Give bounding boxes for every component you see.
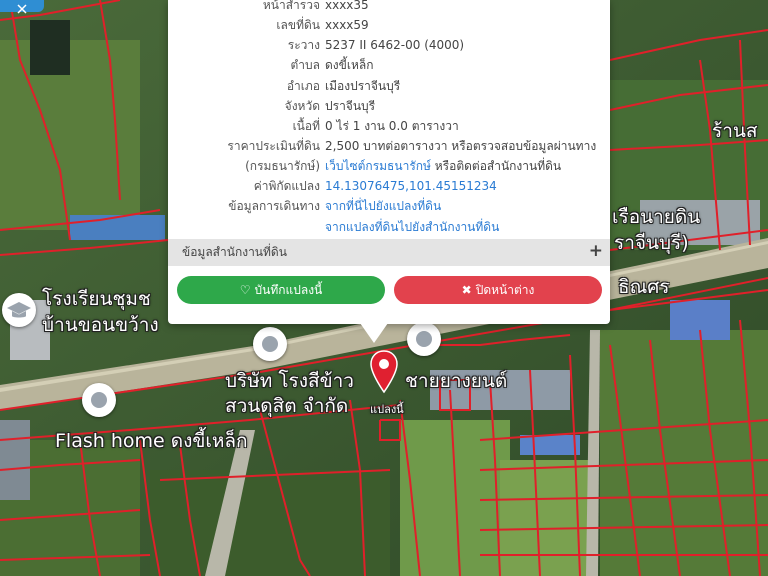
- info-value: xxxx59: [325, 18, 369, 32]
- place-poi-icon[interactable]: [407, 322, 441, 356]
- info-row-subdistrict: ตำบล ดงขี้เหล็ก: [168, 55, 610, 75]
- place-label-line2: ราจีนบุรี): [614, 232, 689, 254]
- treasury-note: หรือติดต่อสำนักงานที่ดิน: [430, 159, 562, 173]
- info-key: ตำบล: [290, 58, 320, 72]
- info-key: เนื้อที่: [292, 119, 320, 133]
- school-label-line1: โรงเรียนชุมช: [42, 288, 151, 310]
- place-poi-icon[interactable]: [253, 327, 287, 361]
- place-poi-icon[interactable]: [82, 383, 116, 417]
- school-poi-icon[interactable]: [2, 293, 36, 327]
- info-key: เลขที่ดิน: [276, 18, 320, 32]
- info-value: xxxx35: [325, 0, 369, 12]
- school-label-line2: บ้านขอนขว้าง: [42, 314, 159, 336]
- info-value: 0 ไร่ 1 งาน 0.0 ตารางวา: [325, 119, 459, 133]
- company-label-line2: สวนดุสิต จำกัด: [225, 395, 349, 417]
- flash-home-label: Flash home ดงขี้เหล็ก: [55, 430, 248, 452]
- info-key: หน้าสำรวจ: [262, 0, 320, 12]
- tool-icon: [17, 4, 27, 14]
- info-value: 5237 II 6462-00 (4000): [325, 38, 465, 52]
- info-key: ระวาง: [287, 38, 320, 52]
- directions-to-office-link[interactable]: จากแปลงที่ดินไปยังสำนักงานที่ดิน: [325, 217, 499, 237]
- info-value: ดงขี้เหล็ก: [325, 58, 374, 72]
- info-key: ราคาประเมินที่ดิน: [227, 139, 320, 153]
- coordinates-link[interactable]: 14.13076475,101.45151234: [325, 176, 497, 196]
- heart-icon: ♡: [239, 283, 251, 297]
- info-key: ค่าพิกัดแปลง: [253, 179, 320, 193]
- expand-plus-icon: +: [588, 241, 603, 261]
- info-row-province: จังหวัด ปราจีนบุรี: [168, 96, 610, 116]
- info-row-appraised-price: ราคาประเมินที่ดิน 2,500 บาทต่อตารางวา หร…: [168, 136, 610, 156]
- shop-label: ร้านส: [712, 120, 758, 142]
- marker-label: แปลงนี้: [370, 403, 404, 416]
- info-value: เว็บไซต์กรมธนารักษ์ หรือติดต่อสำนักงานที…: [325, 156, 561, 176]
- parcel-info-popup: หน้าสำรวจ xxxx35 เลขที่ดิน xxxx59 ระวาง …: [168, 0, 610, 324]
- close-icon: ✖: [461, 283, 472, 297]
- info-key: ข้อมูลการเดินทาง: [228, 199, 320, 213]
- info-row-land-number: เลขที่ดิน xxxx59: [168, 15, 610, 35]
- info-row-treasury: (กรมธนารักษ์) เว็บไซต์กรมธนารักษ์ หรือติ…: [168, 156, 610, 176]
- save-parcel-label: บันทึกแปลงนี้: [254, 283, 323, 297]
- info-value: ปราจีนบุรี: [325, 99, 376, 113]
- land-office-section-toggle[interactable]: ข้อมูลสำนักงานที่ดิน +: [168, 239, 610, 266]
- road-label: ธิณศร: [618, 276, 670, 298]
- info-row-map-sheet: ระวาง 5237 II 6462-00 (4000): [168, 35, 610, 55]
- info-row-coordinates: ค่าพิกัดแปลง 14.13076475,101.45151234: [168, 176, 610, 196]
- info-row-district: อำเภอ เมืองปราจีนบุรี: [168, 76, 610, 96]
- info-key: อำเภอ: [286, 79, 320, 93]
- info-value: เมืองปราจีนบุรี: [325, 79, 401, 93]
- info-key: (กรมธนารักษ์): [245, 159, 320, 173]
- directions-to-parcel-link[interactable]: จากที่นี่ไปยังแปลงที่ดิน: [325, 196, 441, 216]
- info-row-area: เนื้อที่ 0 ไร่ 1 งาน 0.0 ตารางวา: [168, 116, 610, 136]
- info-row-travel: ข้อมูลการเดินทาง จากที่นี่ไปยังแปลงที่ดิ…: [168, 196, 610, 216]
- place-label-line1: เรือนายดิน: [612, 206, 701, 228]
- popup-pointer: [360, 323, 388, 343]
- close-window-label: ปิดหน้าต่าง: [475, 283, 535, 297]
- info-row-travel-2: จากแปลงที่ดินไปยังสำนักงานที่ดิน: [168, 217, 610, 237]
- save-parcel-button[interactable]: ♡ บันทึกแปลงนี้: [177, 276, 385, 304]
- graduation-cap-icon: [7, 302, 31, 318]
- location-pin-icon[interactable]: [370, 350, 398, 394]
- info-row-survey-page: หน้าสำรวจ xxxx35: [168, 0, 610, 15]
- info-key: จังหวัด: [284, 99, 320, 113]
- treasury-website-link[interactable]: เว็บไซต์กรมธนารักษ์: [325, 159, 431, 173]
- company-label-line1: บริษัท โรงสีข้าว: [225, 370, 354, 392]
- map-tool-button[interactable]: [0, 0, 44, 14]
- land-office-section-label: ข้อมูลสำนักงานที่ดิน: [182, 245, 287, 259]
- company-label-line1b: ชายยางยนต์: [405, 370, 508, 392]
- close-window-button[interactable]: ✖ ปิดหน้าต่าง: [394, 276, 602, 304]
- info-value: 2,500 บาทต่อตารางวา หรือตรวจสอบข้อมูลผ่า…: [325, 139, 597, 153]
